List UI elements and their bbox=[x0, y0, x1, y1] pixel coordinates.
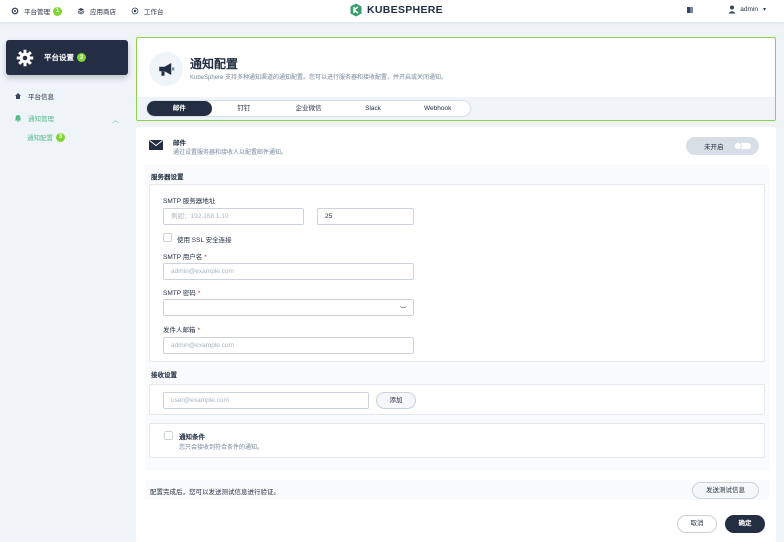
ssl-checkbox[interactable] bbox=[163, 233, 172, 242]
app-store-icon bbox=[76, 7, 85, 16]
tab-dingtalk[interactable]: 钉钉 bbox=[212, 101, 277, 116]
ssl-label: 使用 SSL 安全连接 bbox=[177, 237, 232, 244]
receiver-email-input[interactable]: user@example.com bbox=[163, 392, 369, 409]
tab-slack[interactable]: Slack bbox=[341, 101, 406, 116]
smtp-address-input[interactable]: 例如：192.168.1.10 bbox=[163, 208, 304, 225]
add-receiver-button[interactable]: 添加 bbox=[376, 392, 416, 409]
user-name[interactable]: admin bbox=[740, 6, 758, 13]
email-title: 邮件 bbox=[173, 140, 186, 147]
kubesphere-logo[interactable]: KUBESPHERE bbox=[350, 3, 443, 17]
required-mark: * bbox=[197, 327, 201, 334]
home-icon bbox=[14, 92, 22, 100]
config-area: 服务器设置 SMTP 服务器地址 例如：192.168.1.10 25 使用 S… bbox=[145, 164, 769, 471]
email-config-card: 邮件 通过设置服务器和接收人以配置邮件通知。 未开启 服务器设置 SMTP 服务… bbox=[136, 127, 776, 542]
server-settings-panel: SMTP 服务器地址 例如：192.168.1.10 25 使用 SSL 安全连… bbox=[149, 184, 765, 362]
smtp-address-label: SMTP 服务器地址 bbox=[163, 198, 216, 205]
step-badge: 2 bbox=[77, 53, 86, 62]
smtp-password-label-text: SMTP 密码 bbox=[163, 290, 196, 297]
nav-app-store[interactable]: 应用商店 bbox=[76, 6, 116, 16]
sidebar-item-label: 通知管理 bbox=[28, 116, 54, 123]
smtp-user-input[interactable]: admin@example.com bbox=[163, 263, 414, 280]
email-description: 通过设置服务器和接收人以配置邮件通知。 bbox=[173, 150, 288, 156]
sidebar-item-notification-management[interactable]: 通知管理 bbox=[14, 113, 54, 123]
settings-gear-icon bbox=[16, 49, 34, 66]
sender-email-input[interactable]: admin@example.com bbox=[163, 337, 414, 354]
logo-text: KUBESPHERE bbox=[367, 4, 443, 16]
nav-workbench[interactable]: 工作台 bbox=[130, 6, 164, 16]
page-description: KubeSphere 支持多种通知渠道的通知配置。您可以进行服务器和接收配置，并… bbox=[190, 75, 448, 81]
sender-label: 发件人邮箱 * bbox=[163, 324, 200, 334]
server-section-label: 服务器设置 bbox=[151, 174, 184, 181]
receiver-section-label: 接收设置 bbox=[151, 372, 177, 379]
top-right-actions: admin ▾ bbox=[686, 5, 766, 14]
top-bar: 平台管理 1 应用商店 工作台 KUBESPHERE admin ▾ bbox=[0, 0, 784, 22]
eye-icon[interactable]: ︶ bbox=[400, 303, 407, 318]
notification-condition-panel: 通知条件 您只会接收到符合条件的通知。 bbox=[149, 423, 765, 458]
step-badge: 3 bbox=[56, 132, 65, 142]
gear-icon bbox=[10, 7, 19, 16]
nav-app-store-label: 应用商店 bbox=[90, 9, 116, 16]
email-enable-toggle[interactable]: 未开启 bbox=[686, 137, 759, 155]
sidebar-item-notification-config[interactable]: 通知配置 3 bbox=[27, 132, 65, 142]
receiver-panel: user@example.com 添加 bbox=[149, 384, 765, 415]
send-test-button[interactable]: 发送测试信息 bbox=[692, 482, 759, 499]
nav-workbench-label: 工作台 bbox=[144, 9, 164, 16]
megaphone-icon bbox=[149, 52, 183, 86]
ok-button[interactable]: 确定 bbox=[725, 515, 765, 533]
top-nav: 平台管理 1 应用商店 工作台 bbox=[10, 6, 178, 16]
bell-icon bbox=[14, 114, 22, 122]
sidebar-header: 平台设置 2 bbox=[6, 40, 128, 75]
required-mark: * bbox=[197, 290, 201, 297]
sidebar: 平台设置 2 平台信息 通知管理 ︿ 通知配置 3 bbox=[0, 22, 136, 542]
sidebar-title: 平台设置 bbox=[44, 53, 74, 62]
condition-checkbox[interactable] bbox=[164, 431, 173, 440]
smtp-password-label: SMTP 密码 * bbox=[163, 287, 200, 297]
smtp-port-input[interactable]: 25 bbox=[317, 208, 414, 225]
toggle-switch[interactable] bbox=[734, 143, 751, 149]
cancel-button[interactable]: 取消 bbox=[677, 515, 717, 533]
sidebar-sub-item-label: 通知配置 bbox=[27, 135, 53, 142]
channel-tabs: 邮件 钉钉 企业微信 Slack Webhook bbox=[146, 100, 471, 117]
condition-description: 您只会接收到符合条件的通知。 bbox=[179, 445, 264, 451]
chevron-up-icon[interactable]: ︿ bbox=[112, 115, 119, 125]
document-icon[interactable] bbox=[686, 6, 694, 14]
smtp-user-label: SMTP 用户名 * bbox=[163, 251, 207, 261]
page-header: 通知配置 KubeSphere 支持多种通知渠道的通知配置。您可以进行服务器和接… bbox=[136, 37, 776, 121]
tab-webhook[interactable]: Webhook bbox=[405, 101, 470, 116]
condition-title: 通知条件 bbox=[179, 434, 205, 441]
sidebar-item-platform-info[interactable]: 平台信息 bbox=[14, 91, 54, 101]
verify-bar: 配置完成后，您可以发送测试信息进行验证。 发送测试信息 bbox=[145, 480, 769, 500]
tab-email[interactable]: 邮件 bbox=[147, 101, 212, 116]
nav-platform-management-label: 平台管理 bbox=[24, 9, 50, 16]
smtp-password-input[interactable]: ︶ bbox=[163, 299, 414, 316]
page-title: 通知配置 bbox=[190, 57, 239, 71]
kubesphere-logo-icon bbox=[350, 3, 362, 17]
sender-label-text: 发件人邮箱 bbox=[163, 327, 196, 334]
toggle-label: 未开启 bbox=[704, 144, 724, 151]
workbench-icon bbox=[130, 7, 139, 16]
nav-platform-management[interactable]: 平台管理 1 bbox=[10, 6, 62, 16]
verify-text: 配置完成后，您可以发送测试信息进行验证。 bbox=[150, 489, 280, 496]
tab-wecom[interactable]: 企业微信 bbox=[276, 101, 341, 116]
chevron-down-icon[interactable]: ▾ bbox=[763, 6, 766, 13]
step-badge: 1 bbox=[53, 6, 62, 16]
smtp-user-label-text: SMTP 用户名 bbox=[163, 254, 203, 261]
user-icon bbox=[728, 5, 736, 14]
required-mark: * bbox=[204, 254, 207, 261]
tab-bar: 邮件 钉钉 企业微信 Slack Webhook bbox=[137, 97, 775, 120]
mail-icon bbox=[149, 140, 163, 150]
sidebar-item-label: 平台信息 bbox=[28, 94, 54, 101]
